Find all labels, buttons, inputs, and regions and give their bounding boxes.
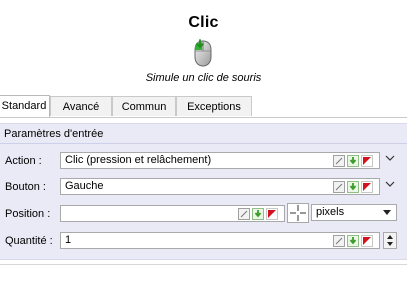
tab-exceptions[interactable]: Exceptions: [176, 96, 252, 116]
marker-icon[interactable]: [266, 208, 278, 220]
variable-icon[interactable]: [347, 235, 359, 247]
action-label: Action :: [5, 155, 42, 167]
input-parameters-panel: Paramètres d'entrée Action : Clic (press…: [0, 123, 407, 260]
variable-icon[interactable]: [347, 181, 359, 193]
quantity-label: Quantité :: [5, 235, 53, 247]
position-label: Position :: [5, 208, 51, 220]
mouse-button-field[interactable]: Gauche: [60, 178, 380, 195]
tab-standard[interactable]: Standard: [0, 95, 50, 117]
action-description: Simule un clic de souris: [145, 72, 262, 84]
marker-icon[interactable]: [361, 155, 373, 167]
variable-icon[interactable]: [347, 155, 359, 167]
footer-divider: [0, 264, 407, 265]
edit-icon[interactable]: [333, 235, 345, 247]
action-value: Clic (pression et relâchement): [65, 154, 212, 166]
position-unit-value: pixels: [316, 206, 345, 218]
mouse-click-icon: [194, 39, 212, 67]
tab-bar: Standard Avancé Commun Exceptions: [0, 95, 407, 118]
tab-common[interactable]: Commun: [112, 96, 176, 116]
tab-advanced[interactable]: Avancé: [50, 96, 112, 116]
quantity-field[interactable]: 1: [60, 232, 380, 249]
marker-icon[interactable]: [361, 181, 373, 193]
dropdown-arrow-icon: [383, 210, 391, 215]
pick-position-button[interactable]: [287, 203, 309, 223]
action-header: Clic Simule un clic de souris: [0, 0, 407, 90]
edit-icon[interactable]: [238, 208, 250, 220]
edit-icon[interactable]: [333, 181, 345, 193]
button-label: Bouton :: [5, 181, 46, 193]
marker-icon[interactable]: [361, 235, 373, 247]
quantity-value: 1: [65, 234, 72, 246]
edit-icon[interactable]: [333, 155, 345, 167]
increment-arrow-icon: [387, 235, 393, 239]
action-field[interactable]: Clic (pression et relâchement): [60, 152, 380, 169]
action-title: Clic: [188, 14, 219, 31]
crosshair-icon: [290, 205, 306, 221]
panel-title: Paramètres d'entrée: [4, 128, 104, 140]
quantity-stepper[interactable]: [383, 232, 397, 249]
tab-divider: [0, 117, 407, 118]
position-unit-select[interactable]: pixels: [311, 204, 397, 221]
variable-icon[interactable]: [252, 208, 264, 220]
mouse-button-value: Gauche: [65, 180, 104, 192]
chevron-down-icon[interactable]: [383, 153, 397, 167]
chevron-down-icon[interactable]: [383, 179, 397, 193]
panel-divider: [0, 143, 407, 144]
decrement-arrow-icon: [387, 242, 393, 246]
position-field[interactable]: [60, 205, 285, 222]
